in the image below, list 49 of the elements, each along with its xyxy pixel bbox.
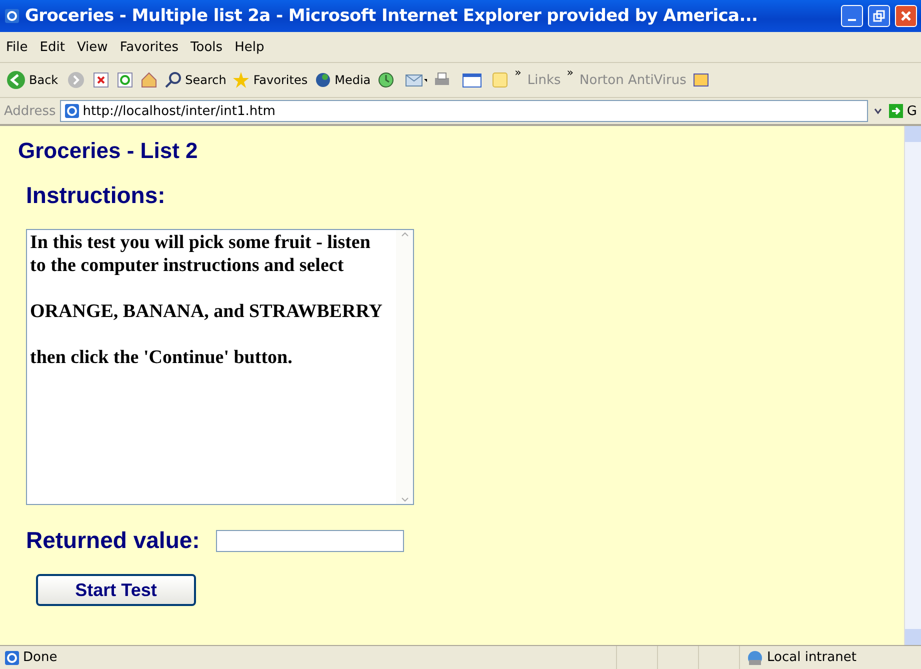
search-button[interactable]: Search [164, 71, 226, 89]
menu-item[interactable]: Tools [190, 40, 223, 54]
menu-item[interactable]: File [6, 40, 28, 54]
search-icon [164, 71, 182, 89]
page-icon [64, 103, 80, 119]
browser-icon [4, 8, 20, 24]
history-icon[interactable] [376, 71, 395, 89]
minimize-button[interactable] [841, 5, 863, 27]
stop-icon[interactable] [92, 71, 110, 89]
antivirus-icon[interactable] [692, 71, 710, 89]
scroll-up-icon[interactable] [400, 232, 408, 237]
favorites-button[interactable]: Favorites [232, 71, 308, 89]
star-icon [232, 71, 250, 89]
back-button[interactable]: Back [6, 70, 58, 90]
minimize-icon [848, 19, 856, 21]
go-button[interactable]: G [888, 103, 917, 119]
more-chevron[interactable]: » [514, 66, 522, 79]
home-icon[interactable] [140, 71, 158, 89]
returned-value-label: Returned value: [26, 527, 200, 554]
page-icon [4, 650, 20, 666]
restore-button[interactable] [868, 5, 890, 27]
menu-item[interactable]: Help [234, 40, 264, 54]
returned-value-field[interactable] [216, 530, 404, 552]
scroll-down-icon[interactable] [400, 497, 408, 502]
address-field[interactable]: http://localhost/inter/int1.htm [60, 100, 868, 122]
network-icon [746, 650, 764, 666]
start-test-button[interactable]: Start Test [36, 574, 196, 606]
instructions-text: In this test you will pick some fruit - listen to the computer instructions and select [30, 231, 372, 277]
globe-icon [314, 71, 332, 89]
menu-item[interactable]: Favorites [120, 40, 179, 54]
status-text: Done [23, 650, 58, 665]
window-title: Groceries - Multiple list 2a - Microsoft Internet Explorer provided by America... [25, 6, 759, 26]
instructions-text: then click the 'Continue' button. [30, 346, 294, 369]
zone-text: Local intranet [767, 650, 856, 665]
menu-item[interactable]: View [76, 40, 108, 54]
page-scrollbar[interactable] [904, 126, 921, 645]
restore-icon [873, 10, 885, 22]
menu-item[interactable]: Edit [40, 40, 65, 54]
page-heading: Groceries - List 2 [18, 138, 199, 164]
media-button[interactable]: Media [314, 71, 371, 89]
scrollbar[interactable] [396, 230, 413, 504]
close-button[interactable] [895, 5, 917, 27]
refresh-icon[interactable] [116, 71, 134, 89]
instructions-heading: Instructions: [26, 182, 166, 209]
instructions-text: ORANGE, BANANA, and STRAWBERRY [30, 300, 384, 323]
more-chevron[interactable]: » [566, 66, 574, 79]
instructions-box[interactable]: In this test you will pick some fruit - listen to the computer instructions and select ORANGE, BANANA, and STRAWBERRY then click the 'Continue' button. [26, 229, 414, 505]
close-icon [900, 10, 912, 22]
address-label: Address [4, 104, 56, 118]
